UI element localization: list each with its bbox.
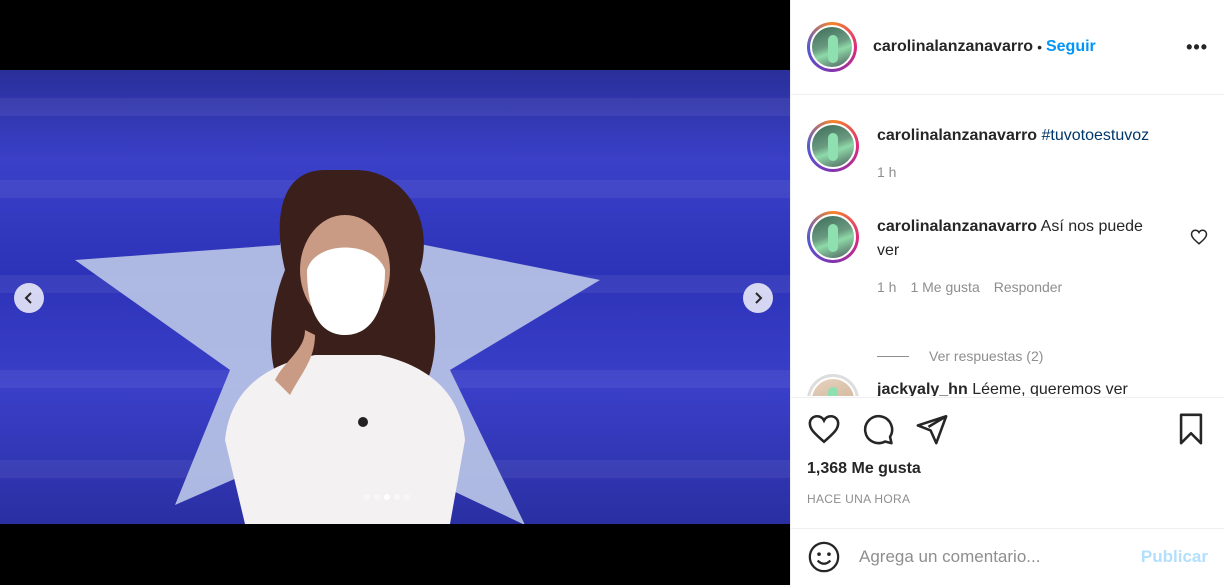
more-options-icon[interactable]: •••	[1186, 37, 1208, 58]
avatar[interactable]	[807, 374, 859, 396]
avatar[interactable]	[807, 211, 859, 263]
comment-time: 1 h	[877, 164, 897, 180]
reply-button[interactable]: Responder	[994, 275, 1063, 299]
person-figure	[225, 170, 465, 524]
post-actions: 1,368 Me gusta HACE UNA HORA	[791, 397, 1224, 506]
likes-count[interactable]: 1,368 Me gusta	[807, 460, 1208, 478]
instagram-post-view: carolinalanzanavarro • Seguir ••• caroli…	[0, 0, 1224, 585]
follow-button[interactable]: Seguir	[1046, 38, 1096, 56]
comments-list[interactable]: carolinalanzanavarro #tuvotoestuvoz 1 h …	[791, 96, 1224, 396]
post-media	[0, 0, 790, 585]
carousel-dot-active	[384, 494, 390, 500]
post-side-panel: carolinalanzanavarro • Seguir ••• caroli…	[790, 0, 1224, 585]
chevron-right-icon	[755, 292, 763, 304]
post-header: carolinalanzanavarro • Seguir •••	[791, 0, 1224, 95]
carousel-dot	[394, 494, 400, 500]
comment-item: carolinalanzanavarro Así nos puede ver 1…	[791, 211, 1224, 299]
comment-username[interactable]: jackyaly_hn	[877, 381, 968, 396]
emoji-smiley-icon[interactable]	[807, 540, 841, 574]
publish-button[interactable]: Publicar	[1141, 547, 1208, 567]
carousel-dot	[364, 494, 370, 500]
comment-bubble-icon[interactable]	[861, 412, 895, 446]
like-heart-icon[interactable]	[807, 412, 841, 446]
like-comment-heart-icon[interactable]	[1190, 228, 1208, 246]
comment-item: jackyaly_hn Léeme, queremos ver	[791, 374, 1224, 396]
caption: carolinalanzanavarro #tuvotoestuvoz 1 h	[791, 120, 1165, 184]
post-timestamp[interactable]: HACE UNA HORA	[807, 492, 1208, 506]
view-replies-label: Ver respuestas (2)	[929, 348, 1044, 364]
chevron-left-icon	[24, 292, 32, 304]
comment-composer: Publicar	[791, 528, 1224, 585]
share-send-icon[interactable]	[915, 412, 949, 446]
replies-line	[877, 355, 909, 357]
carousel-dot	[404, 494, 410, 500]
carousel-dot	[374, 494, 380, 500]
separator-dot: •	[1037, 39, 1042, 55]
comment-text: Léeme, queremos ver	[972, 381, 1128, 396]
author-username[interactable]: carolinalanzanavarro	[873, 38, 1033, 56]
view-replies-button[interactable]: Ver respuestas (2)	[877, 348, 1043, 364]
next-slide-button[interactable]	[743, 283, 773, 313]
avatar[interactable]	[807, 120, 859, 172]
save-bookmark-icon[interactable]	[1174, 412, 1208, 446]
post-photo	[0, 70, 790, 524]
carousel-indicator	[364, 494, 410, 500]
comment-username[interactable]: carolinalanzanavarro	[877, 127, 1037, 144]
comment-likes[interactable]: 1 Me gusta	[910, 275, 979, 299]
comment-input[interactable]	[859, 547, 1141, 567]
previous-slide-button[interactable]	[14, 283, 44, 313]
comment-time: 1 h	[877, 279, 897, 295]
avatar[interactable]	[807, 22, 857, 72]
hashtag-link[interactable]: #tuvotoestuvoz	[1042, 127, 1150, 144]
comment-username[interactable]: carolinalanzanavarro	[877, 218, 1037, 235]
